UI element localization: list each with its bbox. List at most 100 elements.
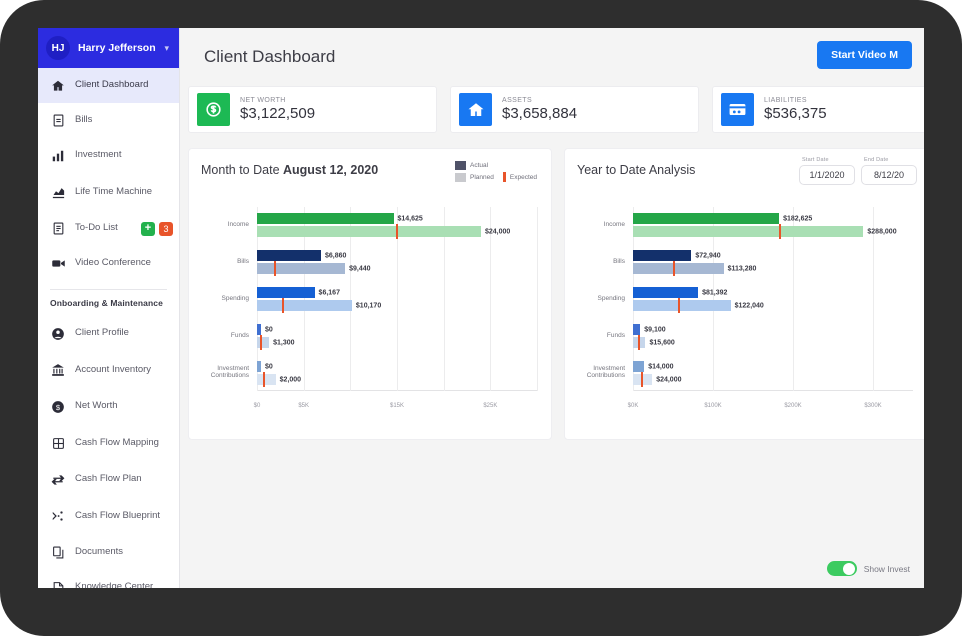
chart-category-label: Bills [237, 258, 249, 266]
chart-bar-actual [633, 360, 645, 372]
panel-title-prefix: Month to Date [201, 163, 283, 177]
sidebar-item-documents[interactable]: Documents [38, 535, 179, 570]
sidebar-item-video-conference[interactable]: Video Conference [38, 246, 179, 281]
chart-bar-actual [257, 360, 261, 372]
chart-expected-marker [779, 224, 782, 240]
stat-text: LIABILITIES $536,375 [764, 97, 827, 122]
chart-tick-label: $15K [389, 403, 405, 409]
divider [50, 289, 167, 290]
date-range-filter: Start Date 1/1/2020 End Date 8/12/20 [799, 157, 917, 185]
chart-bar-actual [633, 323, 641, 335]
chart-bar-value-planned: $122,040 [734, 302, 764, 310]
stat-card-assets[interactable]: ASSETS $3,658,884 [450, 86, 699, 133]
bank-icon [50, 362, 66, 378]
sidebar-item-investment[interactable]: Investment [38, 138, 179, 173]
chart-bar-value-planned: $10,170 [355, 302, 382, 310]
sidebar-item-label: Cash Flow Blueprint [75, 509, 161, 521]
scatter-icon [50, 508, 66, 524]
sidebar-item-life-time-machine[interactable]: Life Time Machine [38, 173, 179, 211]
chart-category-axis: Income Bills Spending Funds Investment Contr… [577, 207, 629, 409]
chart-grid-area: $0K $100K $200K $300K $182,625 $288,000 $72,94… [628, 207, 913, 409]
show-investments-toggle[interactable] [826, 561, 857, 576]
sidebar-item-client-profile[interactable]: Client Profile [38, 316, 179, 351]
add-todo-button[interactable]: + [141, 221, 155, 236]
chart-bar-value-planned: $15,600 [649, 339, 675, 347]
sidebar-item-label: Bills [75, 114, 93, 126]
panel-title-prefix: Year to Date Analysis [577, 163, 696, 177]
chart-category-label: Funds [606, 331, 625, 339]
sidebar-section-title: Onboarding & Maintenance [50, 298, 163, 308]
chart-category-label: Spending [597, 295, 625, 303]
chart-tick-label: $300K [864, 403, 882, 409]
sidebar-item-cash-flow-plan[interactable]: Cash Flow Plan [38, 462, 179, 497]
chart-expected-marker [282, 298, 285, 313]
chart-expected-marker [677, 298, 680, 313]
end-date-field[interactable]: End Date 8/12/20 [861, 157, 917, 185]
chart-expected-marker [640, 371, 643, 387]
grid-icon [50, 435, 66, 451]
chart-category-axis: Income Bills Spending Funds Investment Contr… [201, 207, 253, 409]
chart-expected-marker [260, 334, 263, 350]
legend-row-actual: Actual [455, 161, 537, 170]
chart-bar-actual [257, 250, 322, 262]
stat-label: NET WORTH [240, 97, 286, 104]
chart-bar-value-planned: $9,440 [349, 265, 371, 273]
legend-swatch-actual [455, 161, 467, 170]
chart-bar-actual [633, 287, 699, 298]
chart-panel-row: Month to Date August 12, 2020 Actual Pla… [180, 133, 924, 440]
chart-bar-value-actual: $81,392 [702, 289, 728, 297]
sidebar-item-label: Video Conference [75, 257, 151, 269]
sidebar-item-bills[interactable]: Bills [38, 103, 179, 138]
user-menu[interactable]: HJ Harry Jefferson ▾ [38, 28, 179, 68]
sidebar: HJ Harry Jefferson ▾ Client Dashboard Bi… [38, 28, 180, 588]
sidebar-item-cash-flow-blueprint[interactable]: Cash Flow Blueprint [38, 497, 179, 535]
home-icon [459, 93, 492, 126]
chart-bar-value-actual: $14,000 [648, 363, 674, 371]
start-date-field[interactable]: Start Date 1/1/2020 [799, 157, 855, 185]
chart-category-label: Investment Contributions [586, 364, 625, 380]
stat-text: ASSETS $3,658,884 [502, 97, 577, 122]
page-title: Client Dashboard [204, 47, 336, 66]
user-name: Harry Jefferson [78, 42, 156, 54]
end-date-input[interactable]: 8/12/20 [861, 165, 917, 185]
stat-card-net-worth[interactable]: NET WORTH $3,122,509 [188, 86, 437, 133]
chart-gridline [537, 207, 538, 391]
chart-tick-label: $0K [627, 403, 639, 409]
panel-month-to-date: Month to Date August 12, 2020 Actual Pla… [188, 148, 552, 440]
chart-category-label: Investment Contributions [210, 364, 249, 380]
chart-bar-value-actual: $9,100 [644, 326, 666, 334]
chart-plot-area-mtd: Income Bills Spending Funds Investment Contr… [201, 207, 541, 409]
sidebar-item-account-inventory[interactable]: Account Inventory [38, 351, 179, 389]
chart-bar-planned [633, 226, 864, 238]
chevron-down-icon[interactable]: ▾ [164, 43, 171, 54]
chart-bar-value-planned: $288,000 [867, 228, 897, 236]
sidebar-item-label: To-Do List [75, 222, 118, 234]
checklist-icon [50, 221, 66, 237]
start-date-input[interactable]: 1/1/2020 [799, 165, 855, 185]
chart-bar-value-actual: $6,860 [325, 252, 347, 260]
stat-text: NET WORTH $3,122,509 [240, 97, 315, 122]
legend-label-actual: Actual [470, 162, 489, 169]
chart-expected-marker [396, 224, 399, 240]
sidebar-item-client-dashboard[interactable]: Client Dashboard [38, 68, 179, 103]
credit-card-icon [721, 93, 754, 126]
sidebar-item-to-do-list[interactable]: To-Do List + 3 [38, 211, 179, 246]
avatar: HJ [46, 36, 70, 60]
sidebar-item-knowledge-center[interactable]: Knowledge Center [38, 570, 179, 588]
chart-bar-value-actual: $6,167 [318, 289, 340, 297]
chart-bar-planned [257, 300, 352, 311]
chart-category-label: Bills [613, 258, 625, 266]
chart-bar-value-planned: $2,000 [279, 376, 302, 384]
chart-bar-value-actual: $14,625 [397, 215, 423, 223]
chart-legend: Actual Planned Expected [455, 161, 537, 184]
chart-bar-actual [633, 213, 780, 225]
sidebar-item-net-worth[interactable]: $ Net Worth [38, 389, 179, 424]
stat-card-liabilities[interactable]: LIABILITIES $536,375 [712, 86, 924, 133]
sidebar-item-cash-flow-mapping[interactable]: Cash Flow Mapping [38, 424, 179, 462]
panel-year-to-date: Year to Date Analysis Start Date 1/1/202… [564, 148, 924, 440]
chart-bar-actual [633, 250, 692, 262]
stat-label: LIABILITIES [764, 97, 807, 104]
start-video-meeting-button[interactable]: Start Video M [817, 41, 912, 69]
chart-bar-actual [257, 287, 315, 298]
sidebar-item-label: Client Dashboard [75, 79, 149, 91]
